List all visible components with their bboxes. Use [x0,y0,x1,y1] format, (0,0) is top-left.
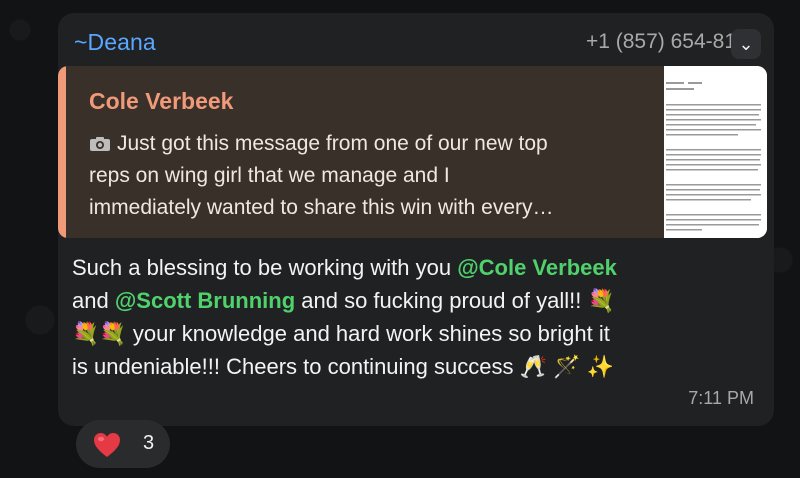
reply-thumbnail[interactable] [664,66,767,238]
mention-cole-verbeek[interactable]: @Cole Verbeek [457,255,617,280]
heart-icon [92,431,122,459]
message-time: 7:11 PM [688,388,754,408]
body-line-2-suffix: and so fucking proud of yall!! 💐 [295,288,615,313]
message-menu-button[interactable]: ⌄ [731,29,761,59]
reply-author: Cole Verbeek [89,88,234,114]
reply-preview[interactable]: Cole Verbeek Just got this message from … [58,66,767,238]
chat-view: ~Deana +1 (857) 654-81 ⌄ Cole Verbeek Ju… [0,0,800,478]
mention-scott-brunning[interactable]: @Scott Brunning [115,288,295,313]
reply-line-1: Just got this message from one of our ne… [117,132,548,155]
message-header: ~Deana +1 (857) 654-81 ⌄ [74,29,761,59]
chevron-down-icon: ⌄ [738,33,754,54]
reply-text: Just got this message from one of our ne… [89,128,657,224]
reply-accent-bar [58,66,66,238]
reply-line-2: reps on wing girl that we manage and I [89,164,450,187]
message-body: Such a blessing to be working with you @… [72,251,762,383]
sender-name[interactable]: ~Deana [74,29,156,56]
body-line-2-prefix: and [72,288,115,313]
body-line-3: 💐💐 your knowledge and hard work shines s… [72,321,610,346]
body-line-1: Such a blessing to be working with you [72,255,458,280]
reaction-count: 3 [143,432,155,454]
camera-icon [89,136,111,152]
sender-prefix: ~ [74,29,88,55]
sender-label: Deana [87,29,156,55]
reply-line-3: immediately wanted to share this win wit… [89,196,554,219]
body-line-4: is undeniable!!! Cheers to continuing su… [72,354,614,379]
message-bubble[interactable]: ~Deana +1 (857) 654-81 ⌄ Cole Verbeek Ju… [58,13,774,426]
heart-reaction[interactable]: 3 [76,420,170,468]
sender-phone: +1 (857) 654-81 [585,30,736,53]
